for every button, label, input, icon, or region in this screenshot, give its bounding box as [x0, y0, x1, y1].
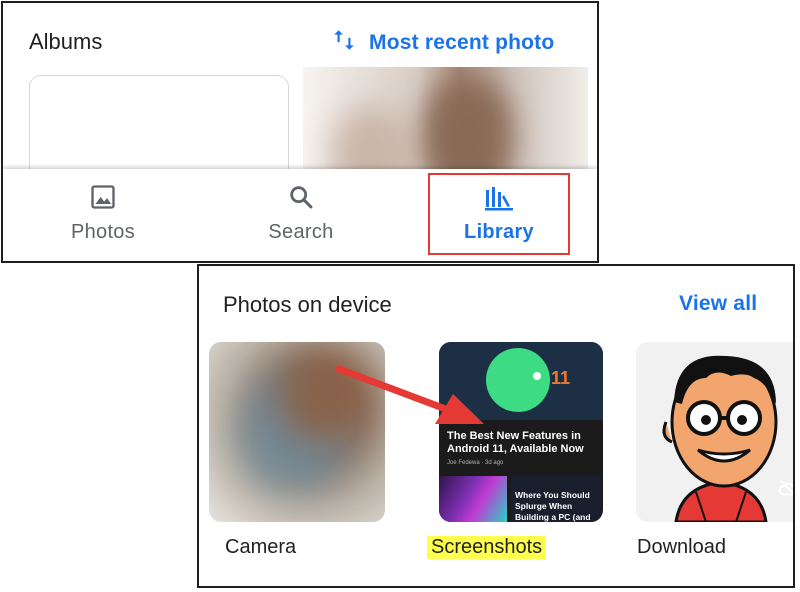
screenshot-sub-headline: Where You Should Splurge When Building a…	[515, 490, 591, 522]
folder-label-camera: Camera	[225, 536, 297, 558]
android-11-badge: 11	[551, 368, 571, 388]
nav-label-library: Library	[464, 221, 534, 243]
photos-on-device-panel: Photos on device View all 11 The Best Ne…	[197, 264, 795, 588]
image-icon	[89, 183, 117, 211]
albums-panel: Albums Most recent photo Photos Search L…	[1, 1, 599, 263]
nav-label-photos: Photos	[70, 221, 136, 243]
folder-thumb-camera[interactable]	[209, 342, 385, 522]
nav-label-search: Search	[268, 221, 334, 243]
nav-item-search[interactable]: Search	[251, 169, 351, 261]
sort-label: Most recent photo	[369, 30, 555, 54]
view-all-link[interactable]: View all	[679, 292, 757, 316]
library-icon	[483, 184, 515, 212]
cartoon-avatar-image	[662, 355, 778, 522]
cloud-off-icon	[778, 480, 793, 496]
sort-button[interactable]: Most recent photo	[331, 27, 554, 58]
albums-title: Albums	[29, 29, 103, 54]
folder-thumb-download[interactable]	[636, 342, 793, 522]
nav-item-library[interactable]: Library	[428, 173, 570, 255]
screenshot-sub-article: Where You Should Splurge When Building a…	[511, 476, 601, 522]
folder-label-download: Download	[637, 536, 726, 558]
bottom-nav: Photos Search Library	[3, 169, 597, 261]
folder-label-screenshots: Screenshots	[427, 536, 547, 559]
screenshot-image	[439, 476, 507, 522]
swap-vert-icon	[331, 27, 357, 58]
search-icon	[287, 183, 315, 211]
section-title: Photos on device	[223, 292, 392, 317]
screenshot-headline: The Best New Features in Android 11, Ava…	[447, 430, 584, 455]
screenshot-byline: Joe Fedewa · 3d ago	[447, 460, 504, 466]
nav-item-photos[interactable]: Photos	[53, 169, 153, 261]
android-11-banner: 11	[439, 342, 603, 420]
folder-thumb-screenshots[interactable]: 11 The Best New Features in Android 11, …	[439, 342, 603, 522]
